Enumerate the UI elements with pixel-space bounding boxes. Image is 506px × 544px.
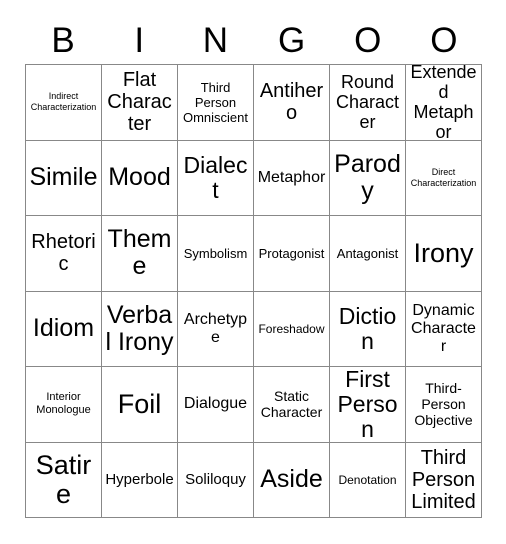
bingo-cell-label: Dynamic Character (411, 301, 476, 355)
bingo-cell-r2c3[interactable]: Dialect (178, 140, 254, 216)
bingo-cell-r3c5[interactable]: Antagonist (330, 216, 406, 292)
bingo-cell-r5c2[interactable]: Foil (102, 367, 178, 443)
bingo-cell-r5c1[interactable]: Interior Monologue (26, 367, 102, 443)
bingo-cell-r4c4[interactable]: Foreshadow (254, 291, 330, 367)
bingo-card: B I N G O O Indirect Characterization Fla… (0, 0, 506, 544)
bingo-cell-r6c5[interactable]: Denotation (330, 442, 406, 518)
bingo-cell-label: Dialogue (183, 395, 248, 413)
bingo-cell-r1c4[interactable]: Antihero (254, 65, 330, 141)
bingo-cell-label: Rhetoric (31, 231, 96, 276)
bingo-cell-r4c1[interactable]: Idiom (26, 291, 102, 367)
bingo-cell-r5c3[interactable]: Dialogue (178, 367, 254, 443)
bingo-cell-label: Interior Monologue (36, 391, 91, 417)
bingo-cell-label: Simile (29, 163, 98, 192)
bingo-cell-label: Aside (260, 465, 323, 494)
bingo-cell-r2c6[interactable]: Direct Characterization (406, 140, 482, 216)
bingo-cell-label: Irony (413, 237, 474, 268)
bingo-cell-r4c2[interactable]: Verbal Irony (102, 291, 178, 367)
bingo-cell-label: Verbal Irony (105, 300, 174, 356)
bingo-cell-label: Parody (334, 149, 401, 205)
bingo-cell-label: Third Person Limited (411, 446, 476, 513)
bingo-cell-r5c6[interactable]: Third-Person Objective (406, 367, 482, 443)
bingo-cell-r1c5[interactable]: Round Character (330, 65, 406, 141)
bingo-cell-r1c3[interactable]: Third Person Omniscient (178, 65, 254, 141)
bingo-cell-r5c4[interactable]: Static Character (254, 367, 330, 443)
bingo-cell-r6c1[interactable]: Satire (26, 442, 102, 518)
bingo-cell-r4c5[interactable]: Diction (330, 291, 406, 367)
bingo-cell-r1c1[interactable]: Indirect Characterization (26, 65, 102, 141)
bingo-cell-r2c2[interactable]: Mood (102, 140, 178, 216)
bingo-cell-label: Round Character (335, 72, 400, 133)
bingo-cell-label: Diction (338, 302, 397, 354)
bingo-cell-r5c5[interactable]: First Person (330, 367, 406, 443)
bingo-cell-r2c5[interactable]: Parody (330, 140, 406, 216)
bingo-cell-r6c4[interactable]: Aside (254, 442, 330, 518)
bingo-cell-label: Antihero (259, 80, 324, 125)
bingo-header-letter-1: B (51, 21, 75, 60)
bingo-header: B I N G O O (25, 18, 482, 64)
bingo-cell-label: Third-Person Objective (414, 380, 473, 429)
bingo-cell-r3c6[interactable]: Irony (406, 216, 482, 292)
bingo-header-letter-6: O (430, 21, 458, 60)
bingo-cell-r6c3[interactable]: Soliloquy (178, 442, 254, 518)
bingo-cell-label: Flat Character (107, 69, 172, 136)
bingo-cell-label: Dialect (183, 151, 248, 203)
bingo-cell-label: Satire (35, 449, 92, 509)
bingo-cell-r1c2[interactable]: Flat Character (102, 65, 178, 141)
bingo-header-letter-2: I (134, 21, 145, 60)
bingo-cell-r4c3[interactable]: Archetype (178, 291, 254, 367)
bingo-cell-label: Denotation (338, 472, 397, 487)
bingo-cell-label: Extended Metaphor (410, 65, 477, 141)
bingo-cell-label: Archetype (183, 310, 248, 346)
bingo-cell-label: Theme (107, 225, 172, 281)
bingo-cell-label: First Person (337, 367, 398, 442)
bingo-cell-r3c4[interactable]: Protagonist (254, 216, 330, 292)
bingo-header-letter-3: N (202, 21, 229, 60)
bingo-cell-label: Antagonist (336, 245, 399, 261)
bingo-grid: Indirect Characterization Flat Character T… (25, 64, 482, 518)
bingo-cell-r6c2[interactable]: Hyperbole (102, 442, 178, 518)
bingo-cell-label: Idiom (32, 314, 95, 343)
bingo-cell-label: Soliloquy (185, 471, 246, 489)
bingo-cell-label: Indirect Characterization (30, 91, 97, 113)
bingo-cell-label: Foil (117, 388, 162, 419)
bingo-cell-label: Static Character (260, 388, 323, 421)
bingo-cell-label: Mood (108, 163, 171, 192)
bingo-cell-label: Foreshadow (258, 321, 325, 336)
bingo-header-letter-5: O (354, 21, 382, 60)
bingo-cell-r1c6[interactable]: Extended Metaphor (406, 65, 482, 141)
bingo-cell-r3c1[interactable]: Rhetoric (26, 216, 102, 292)
bingo-cell-r4c6[interactable]: Dynamic Character (406, 291, 482, 367)
bingo-cell-r2c1[interactable]: Simile (26, 140, 102, 216)
bingo-cell-label: Hyperbole (105, 471, 174, 489)
bingo-cell-r3c2[interactable]: Theme (102, 216, 178, 292)
bingo-header-letter-4: G (277, 21, 306, 60)
bingo-cell-r6c6[interactable]: Third Person Limited (406, 442, 482, 518)
bingo-cell-label: Symbolism (183, 245, 248, 261)
bingo-cell-r3c3[interactable]: Symbolism (178, 216, 254, 292)
bingo-cell-label: Metaphor (257, 168, 326, 186)
bingo-cell-r2c4[interactable]: Metaphor (254, 140, 330, 216)
bingo-cell-label: Direct Characterization (410, 166, 477, 188)
bingo-cell-label: Protagonist (258, 245, 325, 261)
bingo-cell-label: Third Person Omniscient (182, 79, 249, 125)
